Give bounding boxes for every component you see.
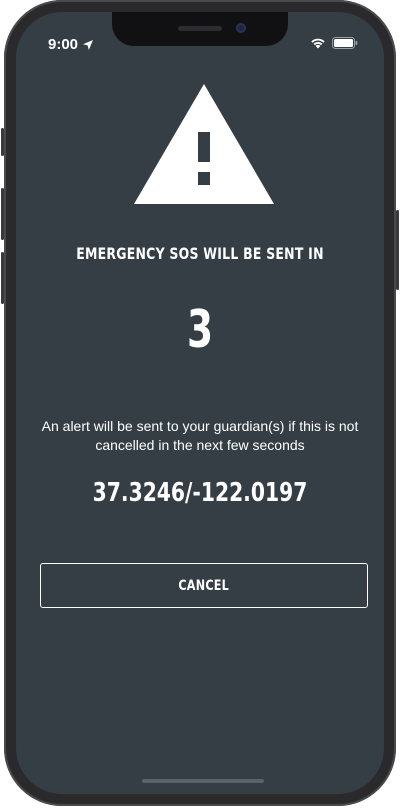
volume-down-button	[1, 252, 4, 304]
status-time: 9:00	[48, 36, 94, 53]
location-arrow-icon	[83, 39, 94, 50]
wifi-icon	[311, 38, 325, 49]
location-coordinates: 37.3246/-122.0197	[92, 478, 308, 508]
mute-switch	[1, 128, 4, 156]
volume-up-button	[1, 188, 4, 240]
alert-message: An alert will be sent to your guardian(s…	[41, 418, 359, 453]
status-indicators	[310, 37, 358, 49]
battery-icon	[332, 37, 358, 49]
sos-heading: EMERGENCY SOS WILL BE SENT IN	[76, 244, 324, 263]
front-camera	[236, 23, 246, 33]
phone-frame: 9:00 EMERGENCY SOS WILL BE SENT IN 3 An …	[1, 0, 399, 806]
screen: 9:00 EMERGENCY SOS WILL BE SENT IN 3 An …	[16, 12, 384, 794]
speaker-grille	[178, 26, 222, 31]
countdown-number: 3	[186, 300, 214, 360]
cancel-button-label: CANCEL	[178, 577, 230, 594]
home-indicator[interactable]	[142, 779, 264, 783]
status-time-label: 9:00	[48, 36, 79, 53]
notch	[112, 12, 288, 46]
cancel-button[interactable]: CANCEL	[40, 563, 368, 608]
warning-triangle-icon	[134, 84, 274, 204]
power-button	[396, 210, 399, 290]
